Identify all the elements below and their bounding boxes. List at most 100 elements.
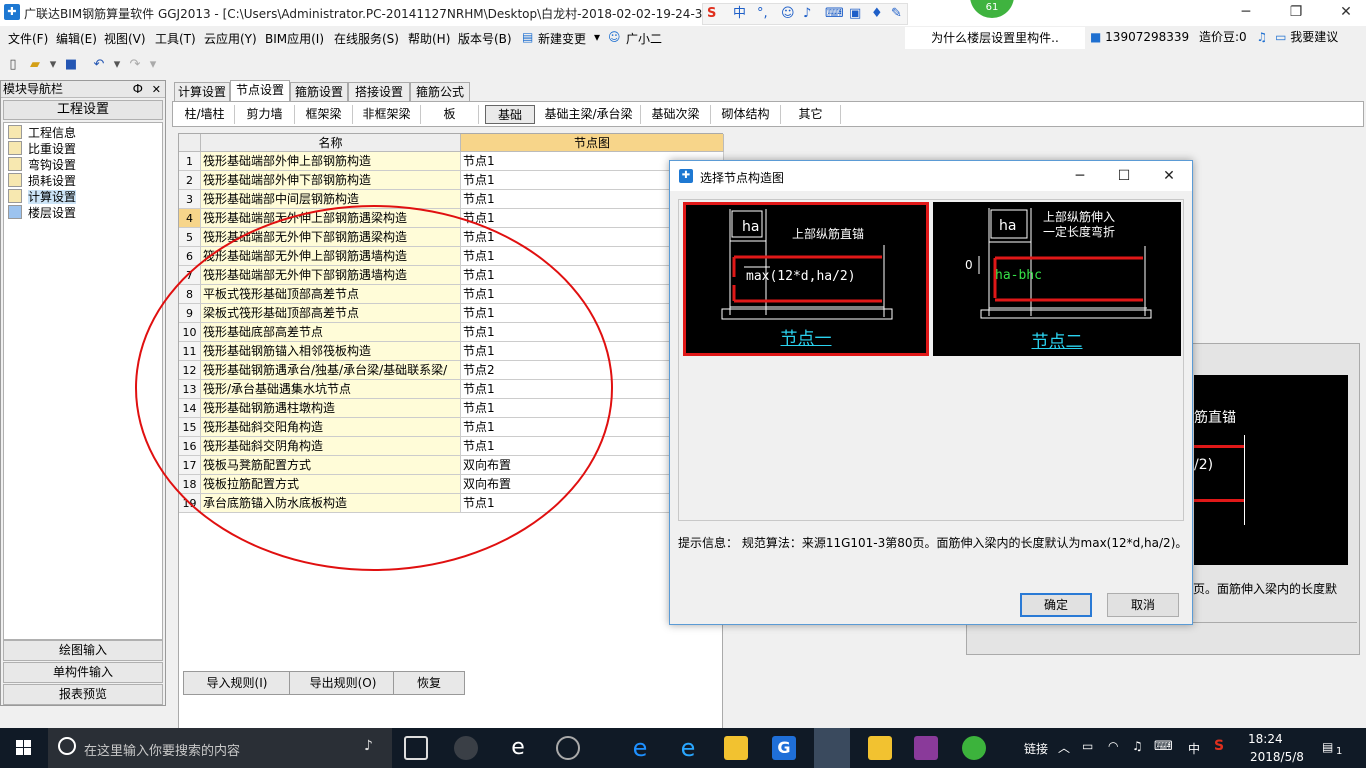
subtab-column[interactable]: 柱/墙柱	[175, 105, 235, 124]
nav-item-project-info[interactable]: 工程信息	[8, 125, 76, 141]
table-row[interactable]: 10 筏形基础底部高差节点 节点1	[179, 323, 724, 342]
table-row[interactable]: 15 筏形基础斜交阳角构造 节点1	[179, 418, 724, 437]
tray-links-label[interactable]: 链接	[1024, 740, 1048, 757]
open-folder-icon[interactable]: ▰	[26, 56, 44, 74]
subtab-shear-wall[interactable]: 剪力墙	[235, 105, 295, 124]
node-name-cell[interactable]: 筏形基础端部无外伸上部钢筋遇梁构造	[201, 209, 461, 228]
table-row[interactable]: 9 梁板式筏形基础顶部高差节点 节点1	[179, 304, 724, 323]
table-row[interactable]: 7 筏形基础端部无外伸下部钢筋遇墙构造 节点1	[179, 266, 724, 285]
taskbar-search[interactable]: 在这里输入你要搜索的内容 ♪	[48, 728, 392, 768]
fan-app-icon[interactable]	[454, 736, 478, 760]
keyboard-icon[interactable]: ⌨	[1154, 739, 1173, 754]
table-row[interactable]: 12 筏形基础钢筋遇承台/独基/承台梁/基础联系梁/节点2	[179, 361, 724, 380]
minimize-icon[interactable]: ─	[1230, 2, 1262, 22]
suggest-link[interactable]: 我要建议	[1290, 30, 1338, 44]
pin-icon[interactable]: Ф	[133, 81, 143, 98]
restore-icon[interactable]: ❐	[1280, 2, 1312, 22]
column-header-node[interactable]: 节点图	[461, 134, 724, 152]
subtab-foundation-secondary-beam[interactable]: 基础次梁	[641, 105, 711, 124]
table-row[interactable]: 5 筏形基础端部无外伸下部钢筋遇梁构造 节点1	[179, 228, 724, 247]
node-name-cell[interactable]: 筏板拉筋配置方式	[201, 475, 461, 494]
menu-file[interactable]: 文件(F)	[8, 30, 48, 47]
notes-app-icon[interactable]	[868, 736, 892, 760]
node-name-cell[interactable]: 筏形基础端部外伸上部钢筋构造	[201, 152, 461, 171]
battery-icon[interactable]: ▭	[1082, 739, 1093, 753]
node-thumbnail-1[interactable]: ha 上部纵筋直锚 max(12*d,ha/2) 节点一	[683, 202, 929, 356]
node-name-cell[interactable]: 筏形基础斜交阴角构造	[201, 437, 461, 456]
cost-coins[interactable]: 造价豆:0	[1199, 30, 1247, 44]
node-name-cell[interactable]: 梁板式筏形基础顶部高差节点	[201, 304, 461, 323]
new-file-icon[interactable]: ▯	[4, 56, 22, 74]
node-name-cell[interactable]: 筏形基础钢筋遇承台/独基/承台梁/基础联系梁/	[201, 361, 461, 380]
subtab-foundation-main-beam[interactable]: 基础主梁/承台梁	[537, 105, 641, 124]
node-one-label[interactable]: 节点一	[686, 324, 926, 349]
bell-icon[interactable]: ♫	[1257, 30, 1268, 44]
node-name-cell[interactable]: 筏形基础端部无外伸下部钢筋遇墙构造	[201, 266, 461, 285]
dropdown-arrow-icon[interactable]: ▾	[44, 56, 62, 74]
table-row[interactable]: 3 筏形基础端部中间层钢筋构造 节点1	[179, 190, 724, 209]
news-ticker[interactable]: 为什么楼层设置里构件..	[905, 27, 1085, 49]
table-row[interactable]: 16 筏形基础斜交阴角构造 节点1	[179, 437, 724, 456]
close-icon[interactable]: ✕	[152, 81, 161, 98]
file-explorer-icon[interactable]	[724, 736, 748, 760]
menu-cloud[interactable]: 云应用(Y)	[204, 30, 257, 47]
subtab-foundation[interactable]: 基础	[485, 105, 535, 124]
ime-mode-label[interactable]: 中	[733, 5, 746, 23]
nav-item-hook[interactable]: 弯钩设置	[8, 157, 76, 173]
toolbox-icon[interactable]: ▣	[849, 5, 861, 23]
table-row[interactable]: 8 平板式筏形基础顶部高差节点 节点1	[179, 285, 724, 304]
ggj-active-app-icon[interactable]	[814, 728, 850, 768]
node-name-cell[interactable]: 筏形基础底部高差节点	[201, 323, 461, 342]
menu-new-change[interactable]: 新建变更	[538, 30, 586, 47]
node-name-cell[interactable]: 筏形基础端部中间层钢筋构造	[201, 190, 461, 209]
column-header-name[interactable]: 名称	[201, 134, 461, 152]
dropdown-arrow-icon[interactable]: ▾	[108, 56, 126, 74]
wrench-icon[interactable]: ✎	[891, 5, 902, 23]
close-icon[interactable]: ✕	[1330, 2, 1362, 22]
keyboard-icon[interactable]: ⌨	[825, 5, 844, 23]
node-two-label[interactable]: 节点二	[933, 327, 1181, 352]
node-name-cell[interactable]: 筏形基础钢筋遇柱墩构造	[201, 399, 461, 418]
table-row[interactable]: 17 筏板马凳筋配置方式 双向布置	[179, 456, 724, 475]
table-row[interactable]: 19 承台底筋锚入防水底板构造 节点1	[179, 494, 724, 513]
subtab-frame-beam[interactable]: 框架梁	[295, 105, 353, 124]
tab-stirrup-settings[interactable]: 箍筋设置	[290, 82, 348, 101]
tab-stirrup-formula[interactable]: 箍筋公式	[410, 82, 470, 101]
node-name-cell[interactable]: 筏板马凳筋配置方式	[201, 456, 461, 475]
glodon-g-icon[interactable]: G	[772, 736, 796, 760]
table-row[interactable]: 6 筏形基础端部无外伸上部钢筋遇墙构造 节点1	[179, 247, 724, 266]
punctuation-icon[interactable]: °,	[757, 5, 768, 23]
notification-badge[interactable]: 61	[970, 0, 1014, 18]
save-icon[interactable]: ■	[62, 56, 80, 74]
node-name-cell[interactable]: 筏形基础端部外伸下部钢筋构造	[201, 171, 461, 190]
draw-input-button[interactable]: 绘图输入	[3, 640, 163, 661]
report-preview-button[interactable]: 报表预览	[3, 684, 163, 705]
node-name-cell[interactable]: 筏形基础斜交阳角构造	[201, 418, 461, 437]
nav-item-floor[interactable]: 楼层设置	[8, 205, 76, 221]
subtab-nonframe-beam[interactable]: 非框架梁	[353, 105, 421, 124]
minimize-icon[interactable]: ─	[1065, 167, 1095, 185]
table-row[interactable]: 13 筏形/承台基础遇集水坑节点 节点1	[179, 380, 724, 399]
ie-legacy-icon[interactable]: e	[506, 736, 530, 760]
winrar-icon[interactable]	[914, 736, 938, 760]
table-row[interactable]: 18 筏板拉筋配置方式 双向布置	[179, 475, 724, 494]
nav-item-density[interactable]: 比重设置	[8, 141, 76, 157]
node-name-cell[interactable]: 筏形基础端部无外伸下部钢筋遇梁构造	[201, 228, 461, 247]
table-row[interactable]: 11 筏形基础钢筋锚入相邻筏板构造 节点1	[179, 342, 724, 361]
menu-assistant[interactable]: 广小二	[626, 30, 662, 47]
nav-section-header[interactable]: 工程设置	[3, 100, 163, 120]
table-row[interactable]: 2 筏形基础端部外伸下部钢筋构造 节点1	[179, 171, 724, 190]
chevron-up-icon[interactable]: ︿	[1058, 739, 1070, 756]
emoji-icon[interactable]: ☺	[781, 5, 795, 23]
single-component-button[interactable]: 单构件输入	[3, 662, 163, 683]
cancel-button[interactable]: 取消	[1107, 593, 1179, 617]
subtab-masonry[interactable]: 砌体结构	[711, 105, 781, 124]
ime-toolbar[interactable]: S 中 °, ☺ ♪ ⌨ ▣ ♦ ✎	[702, 3, 908, 25]
skin-icon[interactable]: ♦	[871, 5, 883, 23]
export-rules-button[interactable]: 导出规则(O)	[289, 671, 397, 695]
menu-version[interactable]: 版本号(B)	[458, 30, 512, 47]
sogou-tray-icon[interactable]: S	[1214, 738, 1224, 754]
menu-online[interactable]: 在线服务(S)	[334, 30, 399, 47]
menu-bim[interactable]: BIM应用(I)	[265, 30, 324, 47]
tab-lap-settings[interactable]: 搭接设置	[348, 82, 410, 101]
